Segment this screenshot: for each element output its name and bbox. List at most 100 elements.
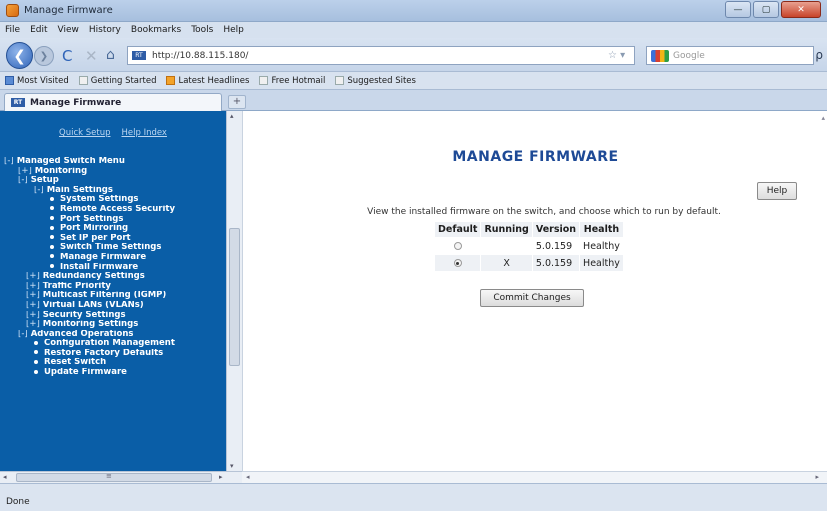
tab-manage-firmware[interactable]: RT Manage Firmware bbox=[4, 93, 222, 111]
menu-help[interactable]: Help bbox=[223, 25, 244, 35]
quick-setup-link[interactable]: Quick Setup bbox=[59, 128, 110, 138]
nav-item[interactable]: [+] Monitoring Settings bbox=[0, 320, 226, 330]
bookmark-most-visited[interactable]: Most Visited bbox=[5, 76, 69, 86]
nav-item[interactable]: Reset Switch bbox=[0, 358, 226, 368]
nav-item-label: Port Mirroring bbox=[60, 224, 129, 234]
tree-toggle-icon[interactable]: [+] bbox=[26, 320, 40, 329]
scroll-down-arrow-icon[interactable]: ▾ bbox=[230, 462, 234, 470]
nav-item[interactable]: [+] Virtual LANs (VLANs) bbox=[0, 301, 226, 311]
nav-item[interactable]: [-] Main Settings bbox=[0, 186, 226, 196]
default-radio-selected[interactable] bbox=[453, 259, 462, 267]
tree-toggle-icon[interactable]: [+] bbox=[26, 291, 40, 300]
tree-toggle-icon[interactable]: [+] bbox=[26, 301, 40, 310]
help-index-link[interactable]: Help Index bbox=[121, 128, 166, 138]
bookmark-star-icon[interactable]: ☆ ▾ bbox=[608, 50, 625, 61]
google-engine-icon[interactable] bbox=[651, 49, 669, 62]
nav-item[interactable]: Install Firmware bbox=[0, 263, 226, 273]
stop-icon[interactable]: ✕ bbox=[85, 47, 98, 65]
menu-view[interactable]: View bbox=[58, 25, 79, 35]
left-vscroll-thumb[interactable] bbox=[229, 228, 240, 366]
scroll-left-arrow-icon[interactable]: ◂ bbox=[3, 473, 7, 481]
menu-edit[interactable]: Edit bbox=[30, 25, 47, 35]
close-button[interactable]: ✕ bbox=[781, 1, 821, 18]
nav-item[interactable]: Manage Firmware bbox=[0, 253, 226, 263]
page-icon bbox=[78, 76, 88, 85]
nav-item[interactable]: Update Firmware bbox=[0, 368, 226, 378]
nav-item-label: Switch Time Settings bbox=[60, 243, 162, 253]
firmware-table: Default Running Version Health 5.0.159 H… bbox=[434, 221, 624, 272]
nav-item[interactable]: Restore Factory Defaults bbox=[0, 349, 226, 359]
scroll-left-arrow-icon[interactable]: ◂ bbox=[246, 473, 250, 481]
main-frame-hscrollbar[interactable]: ◂ ▸ bbox=[242, 471, 827, 483]
nav-item[interactable]: Remote Access Security bbox=[0, 205, 226, 215]
nav-item-label: Security Settings bbox=[42, 310, 126, 320]
nav-item[interactable]: [+] Multicast Filtering (IGMP) bbox=[0, 291, 226, 301]
address-bar[interactable]: RT http://10.88.115.180/ bbox=[127, 46, 635, 65]
bullet-icon bbox=[34, 359, 38, 364]
new-tab-button[interactable]: + bbox=[228, 95, 246, 109]
scroll-grip-icon: ≡ bbox=[106, 472, 112, 480]
tree-toggle-icon[interactable]: [-] bbox=[4, 157, 14, 166]
bookmark-latest-headlines[interactable]: Latest Headlines bbox=[166, 76, 249, 86]
bookmark-suggested-sites[interactable]: Suggested Sites bbox=[335, 76, 416, 86]
left-hscroll-thumb[interactable] bbox=[16, 473, 212, 482]
page-icon bbox=[335, 76, 345, 85]
tree-toggle-icon[interactable]: [+] bbox=[26, 311, 40, 320]
nav-item[interactable]: [-] Managed Switch Menu bbox=[0, 157, 226, 167]
tree-toggle-icon[interactable]: [+] bbox=[26, 272, 40, 281]
maximize-button[interactable]: ▢ bbox=[753, 1, 779, 18]
reload-icon[interactable]: C bbox=[62, 47, 72, 65]
left-frame-vscrollbar[interactable]: ▴ ▾ bbox=[226, 111, 242, 471]
help-button[interactable]: Help bbox=[757, 182, 797, 200]
scroll-right-arrow-icon[interactable]: ▸ bbox=[219, 473, 223, 481]
nav-item[interactable]: Set IP per Port bbox=[0, 234, 226, 244]
nav-item[interactable]: System Settings bbox=[0, 195, 226, 205]
tree-toggle-icon[interactable]: [-] bbox=[34, 186, 44, 195]
col-default: Default bbox=[435, 222, 481, 237]
scroll-up-arrow-icon[interactable]: ▴ bbox=[230, 112, 234, 120]
default-radio[interactable] bbox=[453, 242, 462, 250]
nav-item[interactable]: [+] Redundancy Settings bbox=[0, 272, 226, 282]
nav-item[interactable]: Configuration Management bbox=[0, 339, 226, 349]
nav-item[interactable]: [-] Advanced Operations bbox=[0, 330, 226, 340]
menu-history[interactable]: History bbox=[89, 25, 121, 35]
nav-item-label: Multicast Filtering (IGMP) bbox=[42, 291, 167, 301]
tree-toggle-icon[interactable]: [-] bbox=[18, 330, 28, 339]
bullet-icon bbox=[34, 350, 38, 355]
nav-item[interactable]: [+] Monitoring bbox=[0, 167, 226, 177]
health-cell: Healthy bbox=[580, 238, 623, 254]
window-title: Manage Firmware bbox=[24, 5, 113, 16]
nav-item[interactable]: [+] Traffic Priority bbox=[0, 282, 226, 292]
left-frame-hscrollbar[interactable]: ◂ ≡ ▸ bbox=[0, 471, 242, 483]
nav-item-label: Traffic Priority bbox=[42, 281, 111, 291]
menu-tools[interactable]: Tools bbox=[191, 25, 213, 35]
menubar: File Edit View History Bookmarks Tools H… bbox=[0, 22, 827, 38]
nav-item-label: Monitoring Settings bbox=[42, 320, 139, 330]
url-text[interactable]: http://10.88.115.180/ bbox=[152, 51, 248, 61]
nav-item[interactable]: Switch Time Settings bbox=[0, 243, 226, 253]
table-row: X 5.0.159 Healthy bbox=[435, 255, 623, 271]
forward-button[interactable]: ❯ bbox=[34, 46, 54, 66]
home-icon[interactable]: ⌂ bbox=[106, 47, 115, 63]
menu-bookmarks[interactable]: Bookmarks bbox=[131, 25, 181, 35]
commit-changes-button[interactable]: Commit Changes bbox=[480, 289, 584, 307]
minimize-button[interactable]: — bbox=[725, 1, 751, 18]
frame-scroll-up-icon[interactable]: ▴ bbox=[821, 114, 825, 122]
tree-toggle-icon[interactable]: [-] bbox=[18, 176, 28, 185]
nav-item[interactable]: Port Settings bbox=[0, 215, 226, 225]
bookmark-free-hotmail[interactable]: Free Hotmail bbox=[259, 76, 325, 86]
menu-file[interactable]: File bbox=[5, 25, 20, 35]
bookmark-getting-started[interactable]: Getting Started bbox=[78, 76, 156, 86]
back-button[interactable]: ❮ bbox=[6, 42, 33, 69]
nav-item-label: Configuration Management bbox=[44, 339, 175, 349]
nav-item-label: Set IP per Port bbox=[60, 233, 131, 243]
search-icon[interactable]: ρ bbox=[815, 48, 823, 62]
tree-toggle-icon[interactable]: [+] bbox=[18, 167, 32, 176]
scroll-right-arrow-icon[interactable]: ▸ bbox=[815, 473, 819, 481]
nav-item[interactable]: [+] Security Settings bbox=[0, 311, 226, 321]
nav-item[interactable]: [-] Setup bbox=[0, 176, 226, 186]
nav-item[interactable]: Port Mirroring bbox=[0, 224, 226, 234]
tree-toggle-icon[interactable]: [+] bbox=[26, 282, 40, 291]
search-input[interactable]: Google bbox=[646, 46, 814, 65]
search-placeholder: Google bbox=[673, 50, 705, 61]
